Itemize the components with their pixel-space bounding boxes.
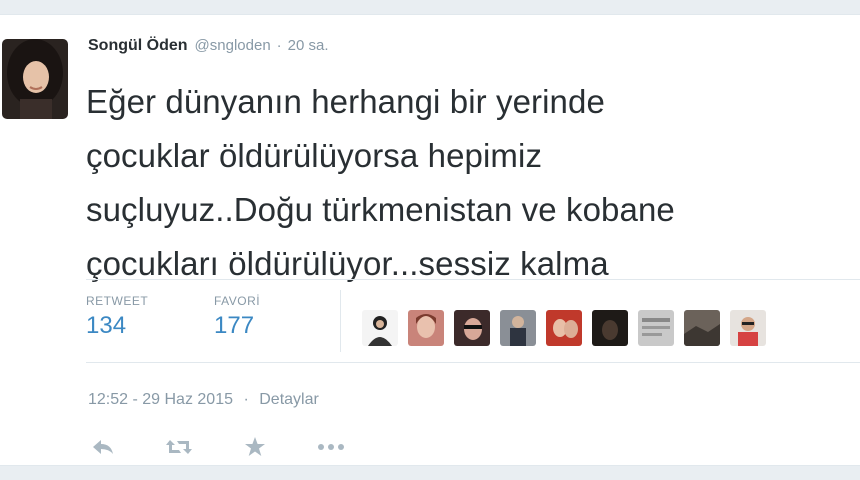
favoriter-avatar[interactable]: [500, 310, 536, 346]
reply-icon[interactable]: [88, 435, 118, 459]
retweet-label: RETWEET: [86, 294, 149, 308]
details-link[interactable]: Detaylar: [259, 391, 319, 408]
star-icon[interactable]: [240, 435, 270, 459]
favoriter-avatars: [362, 310, 766, 348]
tweet-header: Songül Öden @sngloden · 20 sa.: [88, 37, 329, 59]
author-avatar[interactable]: [2, 39, 68, 119]
favorite-count[interactable]: 177: [214, 312, 260, 340]
tweet-text-line: çocuklar öldürülüyorsa hepimiz: [86, 137, 543, 174]
favoriter-avatar[interactable]: [730, 310, 766, 346]
separator-dot: ·: [276, 37, 282, 54]
retweet-icon[interactable]: [164, 435, 194, 459]
favoriter-avatar[interactable]: [362, 310, 398, 346]
favoriter-avatar[interactable]: [546, 310, 582, 346]
tweet-text-line: Eğer dünyanın herhangi bir yerinde: [86, 83, 605, 120]
favorite-label: FAVORİ: [214, 294, 261, 308]
favorite-stat[interactable]: FAVORİ 177: [214, 294, 260, 340]
tweet-text: Eğer dünyanın herhangi bir yerinde çocuk…: [86, 75, 846, 291]
favoriter-avatar[interactable]: [684, 310, 720, 346]
tweet-text-line: suçluyuz..Doğu türkmenistan ve kobane: [86, 191, 675, 228]
separator-dot: ·: [243, 391, 249, 408]
retweet-stat[interactable]: RETWEET 134: [86, 294, 148, 340]
tweet-actions: [88, 435, 392, 459]
retweet-count[interactable]: 134: [86, 312, 148, 340]
favoriter-avatar[interactable]: [454, 310, 490, 346]
tweet-stats: RETWEET 134 FAVORİ 177: [86, 279, 860, 363]
author-handle[interactable]: @sngloden: [195, 37, 271, 54]
more-icon[interactable]: [316, 435, 346, 459]
author-name[interactable]: Songül Öden: [88, 37, 188, 55]
favoriter-avatar[interactable]: [638, 310, 674, 346]
tweet-time[interactable]: 20 sa.: [288, 37, 329, 54]
favoriter-avatar[interactable]: [592, 310, 628, 346]
tweet-meta: 12:52 - 29 Haz 2015 · Detaylar: [88, 391, 319, 409]
tweet-card: Songül Öden @sngloden · 20 sa. Eğer düny…: [0, 14, 860, 466]
tweet-timestamp[interactable]: 12:52 - 29 Haz 2015: [88, 391, 233, 408]
favoriter-avatar[interactable]: [408, 310, 444, 346]
stats-divider: [340, 290, 341, 352]
